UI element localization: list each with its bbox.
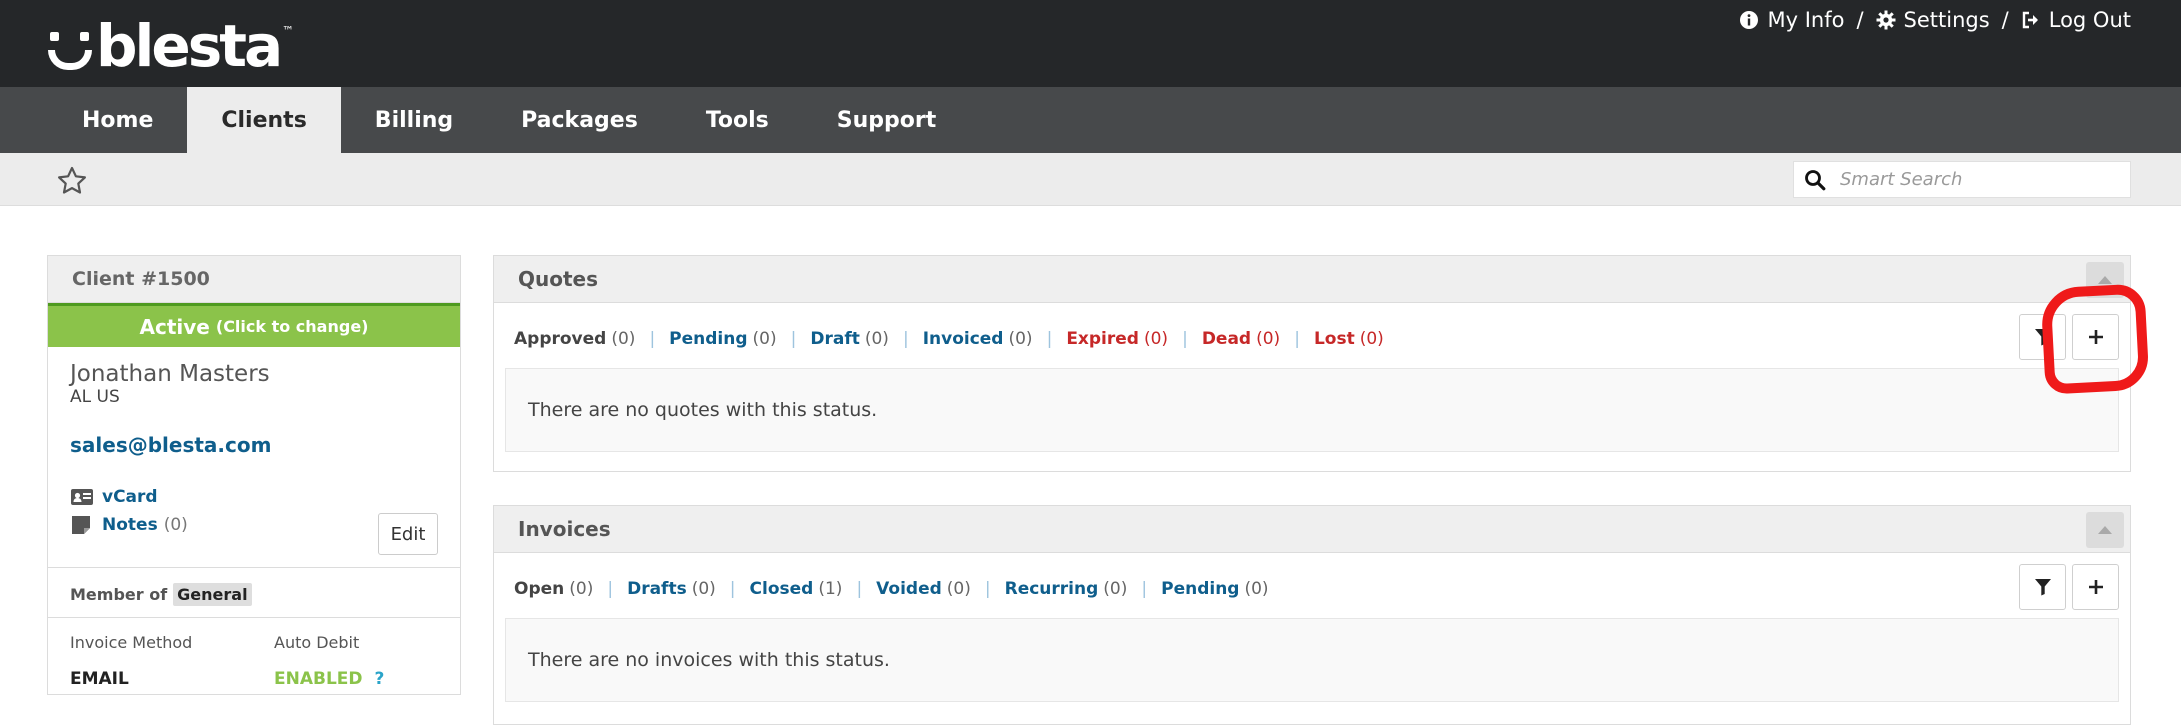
- nav-tools[interactable]: Tools: [672, 87, 803, 153]
- top-header: blesta ™ My Info / Settings / Log Out: [0, 0, 2181, 87]
- gear-icon: [1876, 10, 1896, 30]
- invoices-title: Invoices: [518, 517, 611, 541]
- quotes-header: Quotes: [494, 256, 2130, 303]
- quotes-empty-message: There are no quotes with this status.: [505, 368, 2119, 452]
- search-icon[interactable]: [1804, 169, 1826, 191]
- filter-open[interactable]: Open (0): [514, 579, 593, 599]
- invoice-method-label: Invoice Method: [70, 633, 193, 652]
- header-links: My Info / Settings / Log Out: [1739, 8, 2131, 32]
- logo-text: blesta: [96, 12, 283, 80]
- blesta-logo[interactable]: blesta ™: [46, 12, 295, 80]
- notes-count: (0): [163, 515, 188, 535]
- header-separator: /: [2001, 8, 2009, 32]
- settings-link[interactable]: Settings: [1876, 8, 1990, 32]
- quotes-panel: Quotes Approved (0) | Pending (0) | Draft(…: [493, 255, 2131, 472]
- client-status-button[interactable]: Active (Click to change): [48, 303, 460, 347]
- filter-lost[interactable]: Lost (0): [1314, 329, 1384, 349]
- auto-debit-label: Auto Debit: [274, 633, 360, 652]
- invoices-header: Invoices: [494, 506, 2130, 553]
- my-info-link[interactable]: My Info: [1739, 8, 1844, 32]
- divider: [48, 617, 460, 618]
- filter-dead[interactable]: Dead (0): [1202, 329, 1280, 349]
- client-email-link[interactable]: sales@blesta.com: [70, 433, 460, 457]
- info-icon: [1740, 11, 1759, 29]
- quotes-collapse-button[interactable]: [2086, 262, 2124, 298]
- vcard-icon: [71, 489, 93, 505]
- main-nav: Home Clients Billing Packages Tools Supp…: [0, 87, 2181, 153]
- settings-label: Settings: [1903, 8, 1990, 32]
- client-name: Jonathan Masters: [70, 361, 270, 387]
- client-number: Client #1500: [48, 256, 460, 303]
- client-card: Client #1500 Active (Click to change) Jo…: [47, 255, 461, 695]
- edit-client-button[interactable]: Edit: [378, 513, 438, 555]
- client-location: AL US: [70, 387, 120, 407]
- filter-pending[interactable]: Pending (0): [669, 329, 776, 349]
- nav-home[interactable]: Home: [48, 87, 187, 153]
- logout-icon: [2022, 11, 2038, 29]
- filter-expired[interactable]: Expired (0): [1066, 329, 1168, 349]
- filter-approved[interactable]: Approved (0): [514, 329, 635, 349]
- logo-trademark: ™: [282, 24, 295, 38]
- my-info-label: My Info: [1767, 8, 1845, 32]
- add-quote-button[interactable]: [2072, 314, 2119, 360]
- filter-icon: [2034, 329, 2051, 346]
- divider: [48, 567, 460, 568]
- log-out-label: Log Out: [2048, 8, 2131, 32]
- filter-pending-invoices[interactable]: Pending (0): [1161, 579, 1268, 599]
- auto-debit-status[interactable]: ENABLED: [274, 669, 363, 689]
- invoices-filter-button[interactable]: [2019, 564, 2066, 610]
- help-icon[interactable]: ?: [374, 669, 384, 689]
- nav-clients[interactable]: Clients: [187, 87, 341, 153]
- filter-invoiced[interactable]: Invoiced (0): [923, 329, 1033, 349]
- filter-icon: [2034, 579, 2051, 596]
- star-icon[interactable]: [56, 165, 88, 197]
- filter-draft[interactable]: Draft (0): [810, 329, 889, 349]
- plus-icon: [2088, 580, 2103, 594]
- quote-status-filters: Approved (0) | Pending (0) | Draft (0) | In…: [514, 329, 1384, 349]
- note-icon: [72, 516, 90, 534]
- invoice-status-filters: Open (0) | Drafts (0) | Closed (1) | Voided…: [514, 579, 1269, 599]
- smart-search: [1793, 161, 2131, 198]
- invoice-method-value: EMAIL: [70, 669, 129, 689]
- status-hint: (Click to change): [215, 317, 369, 336]
- client-group-badge: General: [173, 583, 252, 606]
- member-of: Member of General: [70, 583, 252, 606]
- log-out-link[interactable]: Log Out: [2021, 8, 2131, 32]
- invoices-empty-message: There are no invoices with this status.: [505, 618, 2119, 702]
- caret-up-icon: [2098, 526, 2112, 534]
- nav-billing[interactable]: Billing: [341, 87, 487, 153]
- filter-voided[interactable]: Voided (0): [876, 579, 971, 599]
- status-label: Active: [139, 314, 210, 339]
- header-separator: /: [1856, 8, 1864, 32]
- notes-link[interactable]: Notes: [102, 515, 158, 535]
- filter-closed[interactable]: Closed (1): [750, 579, 843, 599]
- filter-drafts[interactable]: Drafts (0): [627, 579, 716, 599]
- nav-packages[interactable]: Packages: [487, 87, 672, 153]
- plus-icon: [2088, 330, 2103, 344]
- logo-smile-icon: [46, 24, 94, 74]
- nav-support[interactable]: Support: [803, 87, 970, 153]
- vcard-row: vCard: [70, 487, 460, 507]
- caret-up-icon: [2098, 276, 2112, 284]
- quotes-filter-button[interactable]: [2019, 314, 2066, 360]
- quotes-title: Quotes: [518, 267, 599, 291]
- vcard-link[interactable]: vCard: [102, 487, 158, 507]
- member-of-label: Member of: [70, 585, 168, 604]
- smart-search-input[interactable]: [1840, 169, 2120, 190]
- auto-debit-value: ENABLED ?: [274, 669, 384, 689]
- add-invoice-button[interactable]: [2072, 564, 2119, 610]
- invoices-panel: Invoices Open (0) | Drafts (0) | Closed (1)…: [493, 505, 2131, 725]
- invoices-collapse-button[interactable]: [2086, 512, 2124, 548]
- filter-recurring[interactable]: Recurring (0): [1005, 579, 1128, 599]
